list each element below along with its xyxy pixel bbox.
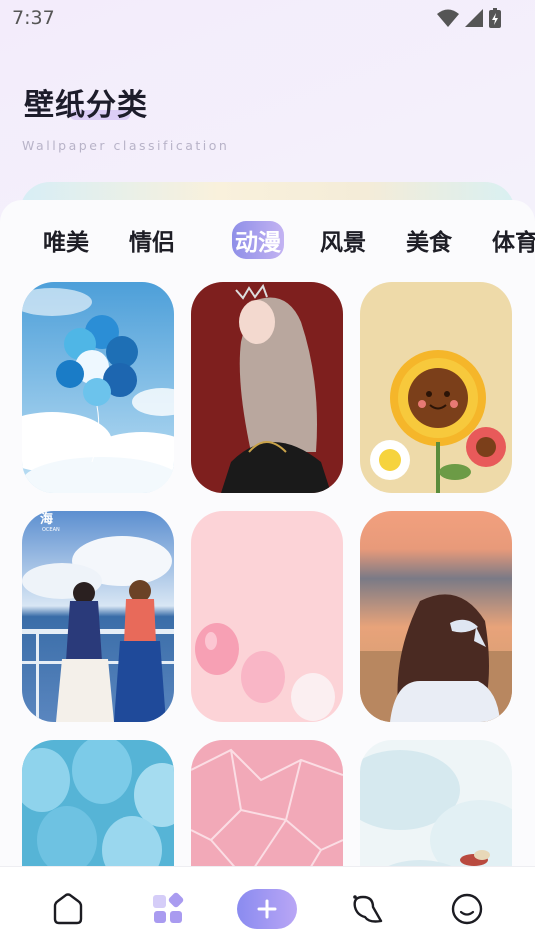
wallpaper-image	[360, 511, 512, 722]
nav-profile[interactable]	[437, 884, 497, 934]
page-subtitle: Wallpaper classification	[22, 138, 230, 153]
wallpaper-image	[360, 282, 512, 493]
status-time: 7:37	[12, 7, 55, 29]
caption-en: OCEAN	[42, 527, 60, 533]
wallpaper-card[interactable]	[191, 282, 343, 493]
tab-tiyu[interactable]: 体育	[482, 223, 535, 257]
add-button[interactable]	[237, 889, 298, 929]
wallpaper-card[interactable]	[191, 511, 343, 722]
plus-icon	[257, 899, 277, 919]
tab-qinglv[interactable]: 情侣	[119, 223, 185, 257]
battery-icon	[489, 8, 501, 28]
wallpaper-image	[191, 511, 343, 722]
status-icons	[437, 8, 501, 28]
profile-icon	[451, 893, 483, 925]
nav-category[interactable]	[138, 884, 198, 934]
wallpaper-card[interactable]	[360, 511, 512, 722]
tab-dongman[interactable]: 动漫	[232, 221, 284, 259]
caption-cn: 海	[40, 511, 53, 527]
wallpaper-image	[191, 282, 343, 493]
category-tabs: 唯美 情侣 动漫 风景 美食 体育	[0, 218, 535, 262]
page-title: 壁纸分类	[24, 88, 148, 123]
status-bar: 7:37	[0, 0, 535, 36]
tab-weimei[interactable]: 唯美	[33, 223, 99, 257]
wallpaper-card[interactable]	[22, 282, 174, 493]
wifi-icon	[437, 9, 459, 27]
wallpaper-image	[22, 282, 174, 493]
bottom-nav	[0, 866, 535, 951]
tab-fengjing[interactable]: 风景	[310, 223, 376, 257]
tab-meishi[interactable]: 美食	[396, 223, 462, 257]
home-icon	[53, 893, 83, 925]
wallpaper-card[interactable]	[360, 282, 512, 493]
nav-home[interactable]	[38, 884, 98, 934]
wallpaper-image: 海 OCEAN	[22, 511, 174, 722]
nav-search[interactable]	[337, 884, 397, 934]
nav-add[interactable]	[237, 884, 298, 934]
category-icon	[152, 892, 183, 923]
wallpaper-grid: 海 OCEAN	[22, 282, 513, 951]
signal-icon	[465, 9, 483, 27]
search-icon	[353, 895, 383, 923]
wallpaper-card[interactable]: 海 OCEAN	[22, 511, 174, 722]
